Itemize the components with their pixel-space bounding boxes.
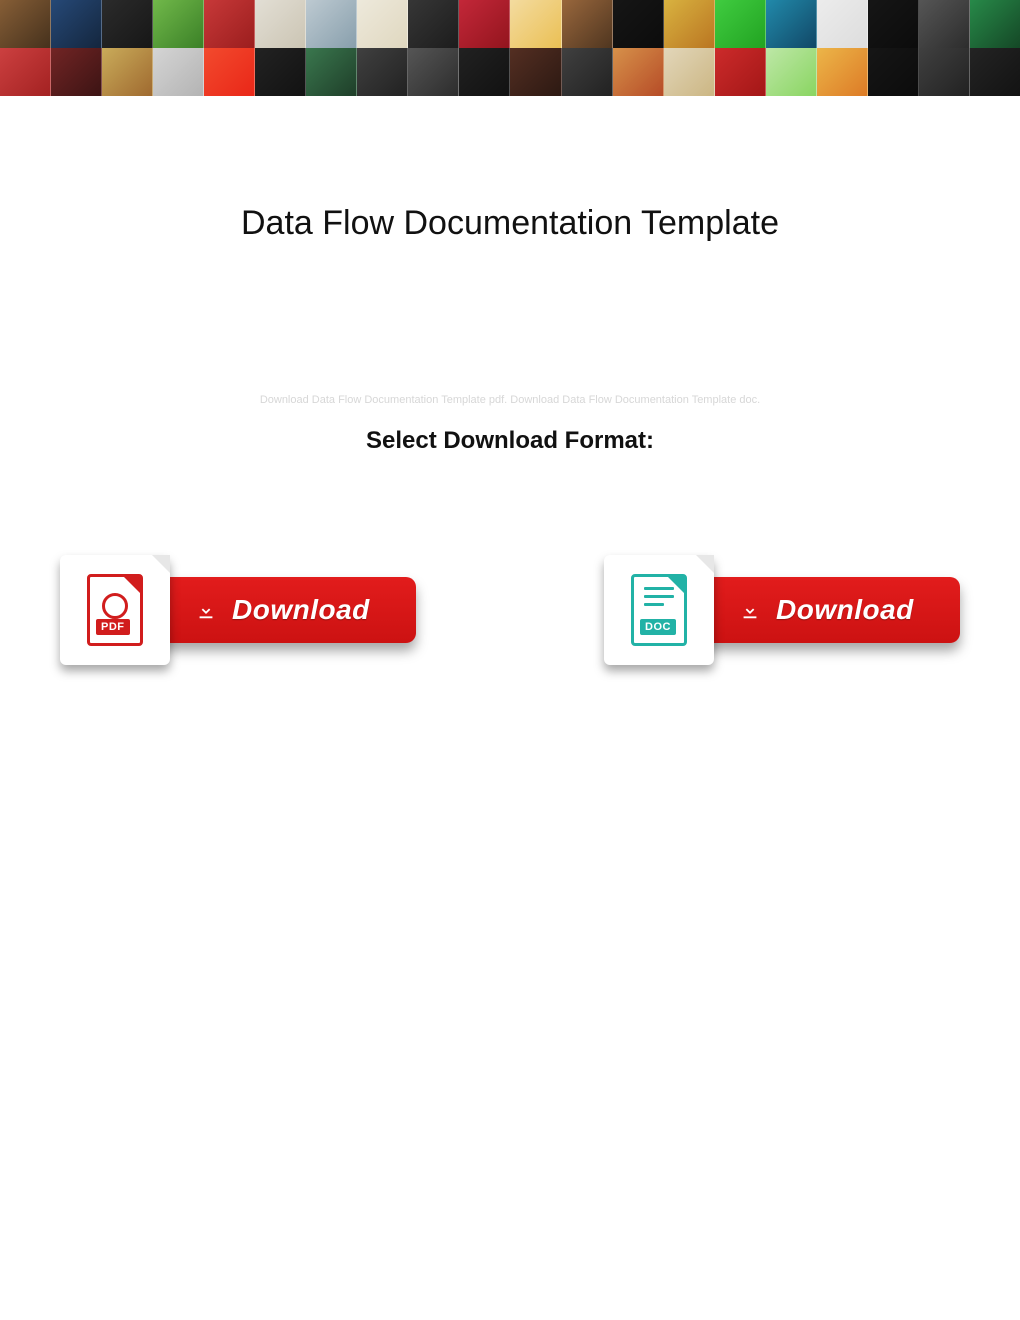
collage-tile — [0, 48, 51, 96]
collage-tile — [715, 0, 766, 48]
download-pdf[interactable]: PDF Download — [60, 555, 416, 665]
doc-file-icon: DOC — [604, 555, 714, 665]
collage-tile — [204, 0, 255, 48]
collage-tile — [919, 0, 970, 48]
download-doc[interactable]: DOC Download — [604, 555, 960, 665]
collage-tile — [357, 48, 408, 96]
download-pdf-label: Download — [232, 594, 370, 626]
download-pdf-button[interactable]: Download — [146, 577, 416, 643]
select-format-heading: Select Download Format: — [0, 427, 1020, 455]
collage-tile — [510, 48, 561, 96]
collage-tile — [613, 48, 664, 96]
collage-tile — [0, 0, 51, 48]
collage-tile — [306, 48, 357, 96]
collage-tile — [562, 0, 613, 48]
collage-tile — [408, 0, 459, 48]
collage-tile — [102, 0, 153, 48]
collage-tile — [817, 48, 868, 96]
collage-tile — [919, 48, 970, 96]
collage-tile — [102, 48, 153, 96]
collage-tile — [664, 48, 715, 96]
page-title: Data Flow Documentation Template — [0, 204, 1020, 243]
collage-tile — [817, 0, 868, 48]
collage-tile — [51, 0, 102, 48]
collage-tile — [562, 48, 613, 96]
collage-tile — [970, 0, 1020, 48]
collage-tile — [766, 48, 817, 96]
collage-tile — [766, 0, 817, 48]
collage-tile — [255, 0, 306, 48]
collage-tile — [613, 0, 664, 48]
collage-tile — [459, 0, 510, 48]
download-row: PDF Download DOC — [60, 555, 960, 665]
watermark-text: Download Data Flow Documentation Templat… — [0, 392, 1020, 409]
download-doc-button[interactable]: Download — [690, 577, 960, 643]
doc-icon-label: DOC — [640, 619, 676, 635]
collage-tile — [153, 0, 204, 48]
collage-tile — [255, 48, 306, 96]
download-doc-label: Download — [776, 594, 914, 626]
collage-tile — [357, 0, 408, 48]
collage-tile — [970, 48, 1020, 96]
collage-tile — [51, 48, 102, 96]
collage-tile — [408, 48, 459, 96]
collage-tile — [868, 48, 919, 96]
download-arrow-icon — [194, 598, 218, 622]
download-arrow-icon — [738, 598, 762, 622]
pdf-file-icon: PDF — [60, 555, 170, 665]
header-collage — [0, 0, 1020, 96]
collage-tile — [204, 48, 255, 96]
collage-tile — [306, 0, 357, 48]
collage-tile — [664, 0, 715, 48]
collage-tile — [510, 0, 561, 48]
collage-tile — [459, 48, 510, 96]
collage-tile — [715, 48, 766, 96]
pdf-icon-label: PDF — [96, 619, 130, 635]
collage-tile — [868, 0, 919, 48]
collage-tile — [153, 48, 204, 96]
